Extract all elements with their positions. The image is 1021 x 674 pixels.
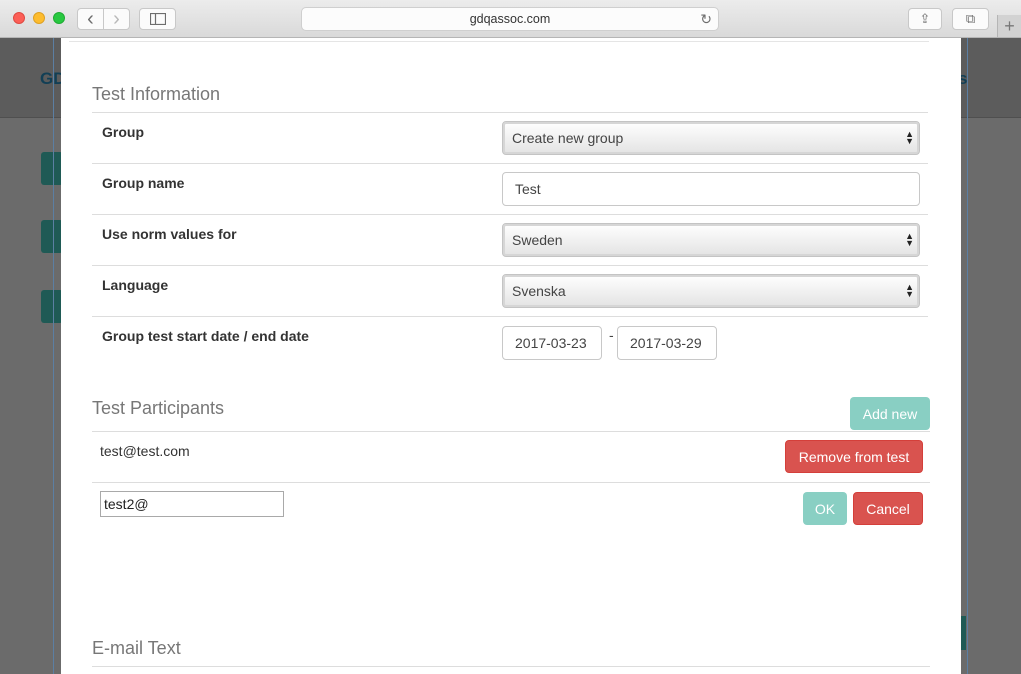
- modal-dialog: Test Information Group Create new group …: [61, 38, 961, 674]
- norm-values-select[interactable]: Sweden ▲ ▼: [502, 223, 920, 257]
- dates-label: Group test start date / end date: [102, 328, 309, 344]
- background-button: [41, 220, 63, 253]
- browser-toolbar: ‹ › gdqassoc.com ↻ ⇪ ⧉ +: [0, 0, 1021, 38]
- group-select-value: Create new group: [512, 130, 624, 146]
- new-participant-row: test2@ OK Cancel: [92, 482, 930, 533]
- email-text-divider: [92, 666, 930, 667]
- show-tabs-button[interactable]: ⧉: [952, 8, 989, 30]
- address-bar[interactable]: gdqassoc.com ↻: [301, 7, 719, 31]
- new-tab-button[interactable]: +: [997, 15, 1021, 37]
- url-text: gdqassoc.com: [469, 12, 551, 26]
- modal-divider: [69, 41, 929, 42]
- language-select[interactable]: Svenska ▲ ▼: [502, 274, 920, 308]
- group-name-input[interactable]: Test: [502, 172, 920, 206]
- email-text-title: E-mail Text: [92, 638, 181, 658]
- participant-row: test@test.com Remove from test: [92, 431, 930, 482]
- select-arrows-icon: ▲ ▼: [905, 231, 914, 248]
- group-select[interactable]: Create new group ▲ ▼: [502, 121, 920, 155]
- minimize-window-button[interactable]: [33, 12, 45, 24]
- new-participant-email-input[interactable]: test2@: [100, 491, 284, 517]
- share-icon: ⇪: [919, 11, 931, 26]
- ok-button[interactable]: OK: [803, 492, 847, 525]
- form-row-language: Language Svenska ▲ ▼: [92, 265, 928, 316]
- end-date-value: 2017-03-29: [630, 335, 702, 351]
- norm-values-label: Use norm values for: [102, 226, 237, 242]
- forward-button[interactable]: ›: [103, 8, 130, 30]
- test-participants-title: Test Participants: [92, 398, 225, 418]
- sidebar-icon: [149, 13, 166, 25]
- form-row-group: Group Create new group ▲ ▼: [92, 112, 928, 163]
- norm-values-select-value: Sweden: [512, 232, 563, 248]
- remove-from-test-button[interactable]: Remove from test: [785, 440, 923, 473]
- new-participant-email-value: test2@: [104, 496, 149, 512]
- end-date-input[interactable]: 2017-03-29: [617, 326, 717, 360]
- tabs-icon: ⧉: [965, 11, 976, 26]
- start-date-value: 2017-03-23: [515, 335, 587, 351]
- select-arrows-icon: ▲ ▼: [905, 129, 914, 146]
- group-name-label: Group name: [102, 175, 185, 191]
- language-label: Language: [102, 277, 169, 293]
- background-divider: [53, 38, 54, 674]
- form-row-norm-values: Use norm values for Sweden ▲ ▼: [92, 214, 928, 265]
- background-divider: [967, 38, 968, 674]
- start-date-input[interactable]: 2017-03-23: [502, 326, 602, 360]
- language-select-value: Svenska: [512, 283, 566, 299]
- chevron-right-icon: ›: [113, 8, 120, 30]
- form-row-group-name: Group name Test: [92, 163, 928, 214]
- form-row-dates: Group test start date / end date 2017-03…: [92, 316, 928, 376]
- test-information-title: Test Information: [92, 84, 221, 104]
- add-new-participant-button[interactable]: Add new: [850, 397, 930, 430]
- back-button[interactable]: ‹: [77, 8, 104, 30]
- participant-email: test@test.com: [100, 443, 190, 459]
- background-button: [41, 290, 63, 323]
- plus-icon: +: [1004, 15, 1015, 36]
- share-button[interactable]: ⇪: [908, 8, 942, 30]
- background-button: [41, 152, 63, 185]
- group-name-value: Test: [515, 181, 541, 197]
- sidebar-toggle-button[interactable]: [139, 8, 176, 30]
- reload-icon[interactable]: ↻: [700, 11, 712, 28]
- close-window-button[interactable]: [13, 12, 25, 24]
- cancel-button[interactable]: Cancel: [853, 492, 923, 525]
- date-separator: -: [609, 327, 614, 343]
- group-label: Group: [102, 124, 144, 140]
- chevron-left-icon: ‹: [87, 8, 94, 30]
- select-arrows-icon: ▲ ▼: [905, 282, 914, 299]
- zoom-window-button[interactable]: [53, 12, 65, 24]
